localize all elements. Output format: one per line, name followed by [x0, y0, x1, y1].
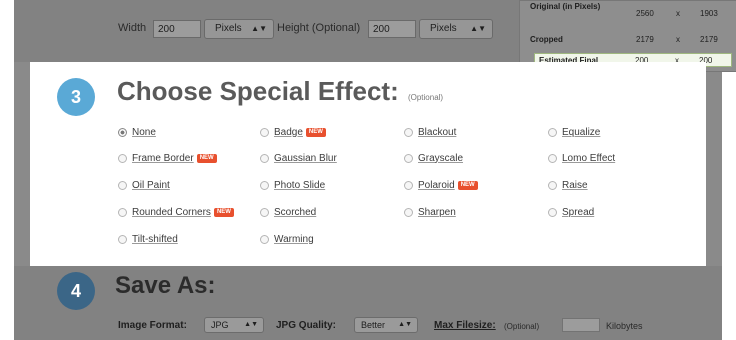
height-input[interactable]: 200 — [368, 20, 416, 38]
effect-option[interactable]: Spread — [548, 204, 594, 220]
width-input[interactable]: 200 — [153, 20, 201, 38]
effect-label[interactable]: Gaussian Blur — [274, 153, 337, 164]
special-effect-panel: 3 Choose Special Effect: (Optional) None… — [30, 62, 706, 266]
effect-radio[interactable] — [404, 180, 413, 190]
original-width: 2560 — [636, 9, 654, 18]
height-unit-value: Pixels — [430, 23, 457, 34]
effect-label[interactable]: Grayscale — [418, 153, 463, 164]
jpg-quality-label: JPG Quality: — [276, 320, 337, 331]
effect-radio[interactable] — [404, 207, 413, 217]
new-badge: NEW — [305, 127, 326, 137]
effect-option[interactable]: Frame Border NEW — [118, 150, 217, 166]
effect-option[interactable]: Gaussian Blur — [260, 150, 337, 166]
max-filesize-optional: (Optional) — [504, 322, 540, 331]
effect-option[interactable]: Badge NEW — [260, 124, 326, 140]
image-format-label: Image Format: — [118, 320, 187, 331]
effect-label[interactable]: Polaroid — [418, 180, 455, 191]
image-format-value: JPG — [211, 320, 229, 330]
save-as-title: Save As: — [115, 272, 216, 299]
resize-section: Width 200 Pixels ▲▼ Height (Optional) 20… — [14, 0, 736, 72]
effect-radio[interactable] — [548, 153, 557, 163]
max-filesize-input[interactable] — [562, 318, 600, 332]
effect-label[interactable]: Equalize — [562, 127, 600, 138]
effect-option[interactable]: Tilt-shifted — [118, 231, 178, 247]
height-unit-select[interactable]: Pixels ▲▼ — [419, 19, 493, 39]
effect-label[interactable]: None — [132, 127, 156, 138]
height-unit-arrow-icon: ▲▼ — [470, 24, 486, 33]
width-unit-select[interactable]: Pixels ▲▼ — [204, 19, 274, 39]
effect-label[interactable]: Scorched — [274, 207, 316, 218]
effect-option[interactable]: Blackout — [404, 124, 456, 140]
width-label: Width — [118, 22, 147, 34]
effect-radio[interactable] — [404, 153, 413, 163]
jpg-quality-arrow-icon: ▲▼ — [398, 321, 412, 328]
effect-label[interactable]: Rounded Corners — [132, 207, 211, 218]
effect-label[interactable]: Lomo Effect — [562, 153, 615, 164]
save-as-section: 4 Save As: Image Format: JPG ▲▼ JPG Qual… — [14, 266, 722, 340]
effect-radio[interactable] — [260, 180, 269, 190]
effect-option[interactable]: Warming — [260, 231, 314, 247]
effect-label[interactable]: Blackout — [418, 127, 456, 138]
max-filesize-label: Max Filesize: — [434, 320, 496, 331]
effect-label[interactable]: Tilt-shifted — [132, 234, 178, 245]
effect-radio[interactable] — [260, 153, 269, 163]
effect-radio[interactable] — [118, 234, 127, 244]
step-4-badge: 4 — [57, 272, 95, 310]
effect-option[interactable]: Sharpen — [404, 204, 456, 220]
effect-option[interactable]: None — [118, 124, 156, 140]
special-effect-heading: Choose Special Effect: (Optional) — [117, 76, 443, 107]
effect-label[interactable]: Sharpen — [418, 207, 456, 218]
original-height: 1903 — [700, 9, 718, 18]
width-unit-arrow-icon: ▲▼ — [251, 24, 267, 33]
image-format-arrow-icon: ▲▼ — [244, 321, 258, 328]
jpg-quality-select[interactable]: Better ▲▼ — [354, 317, 418, 333]
effect-option[interactable]: Grayscale — [404, 150, 463, 166]
original-x: x — [676, 9, 680, 18]
effects-grid: None Badge NEW Blackout Equalize Frame Border… — [118, 124, 698, 264]
effect-label[interactable]: Frame Border — [132, 153, 194, 164]
effect-option[interactable]: Polaroid NEW — [404, 177, 478, 193]
effect-label[interactable]: Oil Paint — [132, 180, 170, 191]
max-filesize-unit: Kilobytes — [606, 321, 643, 331]
effect-radio[interactable] — [404, 127, 413, 137]
effect-option[interactable]: Raise — [548, 177, 588, 193]
effect-label[interactable]: Raise — [562, 180, 588, 191]
effect-option[interactable]: Lomo Effect — [548, 150, 615, 166]
image-format-select[interactable]: JPG ▲▼ — [204, 317, 264, 333]
jpg-quality-value: Better — [361, 320, 386, 330]
new-badge: NEW — [213, 207, 234, 217]
effect-label[interactable]: Badge — [274, 127, 303, 138]
effect-option[interactable]: Rounded Corners NEW — [118, 204, 234, 220]
step-3-badge: 3 — [57, 78, 95, 116]
effect-option[interactable]: Scorched — [260, 204, 316, 220]
effect-radio[interactable] — [548, 127, 557, 137]
effect-option[interactable]: Equalize — [548, 124, 600, 140]
effect-radio[interactable] — [548, 207, 557, 217]
effect-option[interactable]: Oil Paint — [118, 177, 170, 193]
effect-label[interactable]: Photo Slide — [274, 180, 325, 191]
effect-radio[interactable] — [118, 153, 127, 163]
special-effect-optional: (Optional) — [407, 93, 444, 102]
effect-label[interactable]: Warming — [274, 234, 314, 245]
effect-radio[interactable] — [260, 234, 269, 244]
effect-radio[interactable] — [118, 180, 127, 190]
new-badge: NEW — [196, 153, 217, 163]
new-badge: NEW — [457, 180, 478, 190]
cropped-height: 2179 — [700, 35, 718, 44]
effect-option[interactable]: Photo Slide — [260, 177, 325, 193]
original-label: Original (in Pixels) — [530, 2, 601, 11]
cropped-label: Cropped — [530, 35, 563, 44]
effect-radio[interactable] — [118, 127, 127, 137]
width-unit-value: Pixels — [215, 23, 242, 34]
effect-radio[interactable] — [260, 207, 269, 217]
effect-label[interactable]: Spread — [562, 207, 594, 218]
effect-radio[interactable] — [260, 127, 269, 137]
effect-radio[interactable] — [118, 207, 127, 217]
cropped-x: x — [676, 35, 680, 44]
height-label: Height (Optional) — [277, 22, 361, 34]
cropped-width: 2179 — [636, 35, 654, 44]
left-page-margin — [0, 0, 14, 340]
special-effect-title: Choose Special Effect: — [117, 76, 399, 106]
effect-radio[interactable] — [548, 180, 557, 190]
